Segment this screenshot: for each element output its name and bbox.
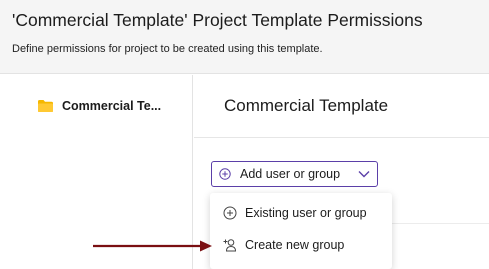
chevron-down-icon	[358, 171, 370, 178]
menu-item-label: Create new group	[245, 238, 345, 252]
permissions-page: 'Commercial Template' Project Template P…	[0, 0, 489, 269]
add-user-dropdown-menu: Existing user or group Create new group	[210, 193, 392, 269]
page-header: 'Commercial Template' Project Template P…	[0, 0, 489, 74]
add-user-icon	[223, 239, 237, 252]
plus-circle-icon	[219, 168, 231, 180]
divider	[194, 137, 489, 138]
page-subtitle: Define permissions for project to be cre…	[12, 43, 323, 55]
panel-title: Commercial Template	[224, 96, 389, 115]
menu-item-existing-user-or-group[interactable]: Existing user or group	[210, 198, 392, 228]
sidebar-item-commercial-template[interactable]: Commercial Te...	[37, 99, 161, 113]
add-button-label: Add user or group	[240, 167, 341, 181]
sidebar-item-label: Commercial Te...	[62, 99, 162, 113]
add-user-or-group-button[interactable]: Add user or group	[211, 161, 378, 187]
menu-item-label: Existing user or group	[245, 206, 367, 220]
plus-circle-icon	[223, 206, 237, 220]
menu-item-create-new-group[interactable]: Create new group	[210, 230, 392, 260]
template-sidebar: Commercial Te...	[0, 75, 193, 269]
page-title: 'Commercial Template' Project Template P…	[12, 10, 423, 30]
folder-icon	[38, 100, 53, 112]
